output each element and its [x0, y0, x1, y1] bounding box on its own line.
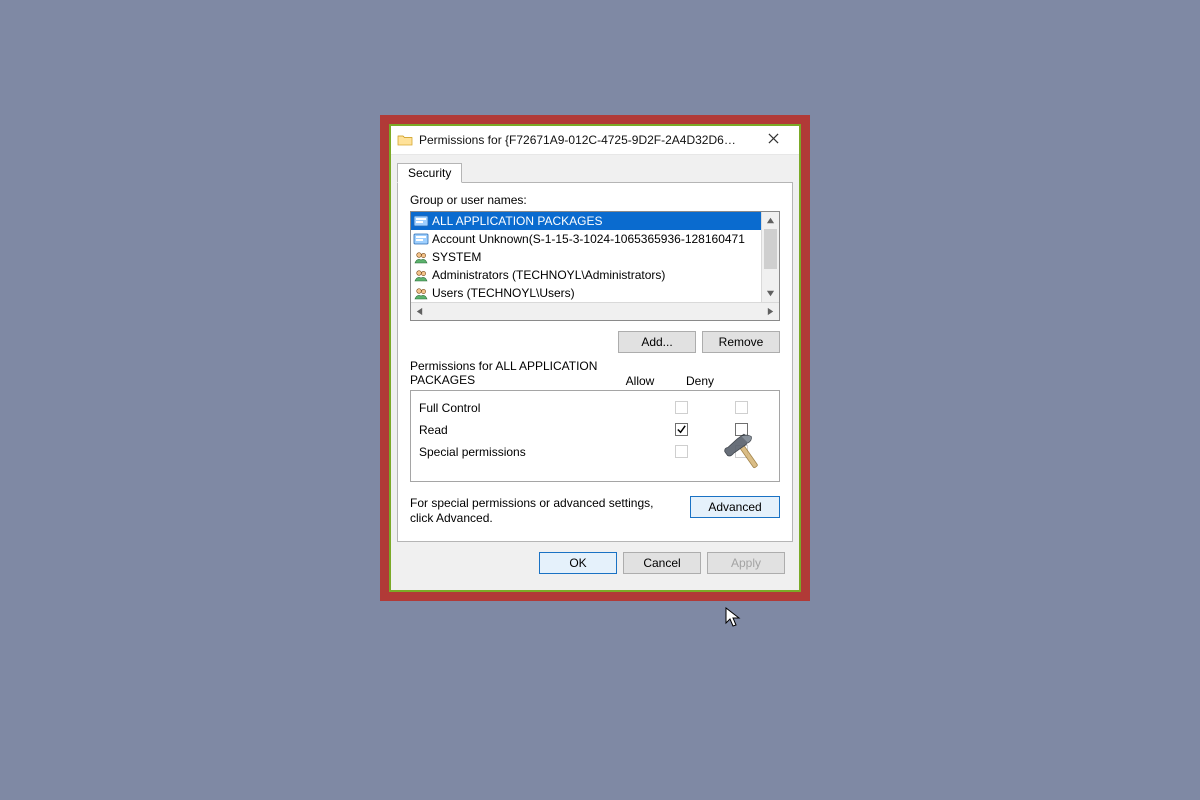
allow-checkbox[interactable] [675, 445, 688, 458]
list-item-label: Users (TECHNOYL\Users) [432, 286, 575, 300]
permission-row: Full Control [419, 397, 771, 419]
list-item[interactable]: ALL APPLICATION PACKAGES [411, 212, 761, 230]
sid-icon [413, 231, 429, 247]
advanced-row: For special permissions or advanced sett… [410, 496, 780, 527]
tab-security[interactable]: Security [397, 163, 462, 183]
close-button[interactable] [753, 126, 793, 154]
list-item[interactable]: Users (TECHNOYL\Users) [411, 284, 761, 302]
scrollbar-thumb[interactable] [764, 229, 777, 269]
permissions-table: Full Control Read Special permissions [410, 390, 780, 482]
group-user-label: Group or user names: [410, 193, 780, 207]
user-listbox[interactable]: ALL APPLICATION PACKAGES Account Unknown(… [410, 211, 780, 321]
group-icon [413, 267, 429, 283]
security-panel: Group or user names: ALL APPLICATION PAC… [397, 182, 793, 542]
allow-checkbox[interactable] [675, 401, 688, 414]
apply-button[interactable]: Apply [707, 552, 785, 574]
vertical-scrollbar[interactable] [761, 212, 779, 302]
list-item[interactable]: Administrators (TECHNOYL\Administrators) [411, 266, 761, 284]
cursor-pointer-icon [725, 607, 743, 629]
deny-column-header: Deny [670, 374, 730, 388]
scroll-right-icon[interactable] [762, 303, 779, 320]
advanced-hint-text: For special permissions or advanced sett… [410, 496, 680, 527]
permission-name: Full Control [419, 401, 651, 415]
dialog-content: Security Group or user names: ALL APPLIC… [391, 155, 799, 590]
add-remove-row: Add... Remove [410, 331, 780, 353]
allow-column-header: Allow [610, 374, 670, 388]
allow-checkbox[interactable] [675, 423, 688, 436]
list-item-label: SYSTEM [432, 250, 481, 264]
add-button[interactable]: Add... [618, 331, 696, 353]
window-title: Permissions for {F72671A9-012C-4725-9D2F… [419, 133, 753, 147]
ok-button[interactable]: OK [539, 552, 617, 574]
permission-name: Special permissions [419, 445, 651, 459]
close-icon [768, 133, 779, 147]
permissions-for-label: Permissions for ALL APPLICATION PACKAGES [410, 359, 610, 388]
titlebar[interactable]: Permissions for {F72671A9-012C-4725-9D2F… [391, 126, 799, 155]
permission-row: Read [419, 419, 771, 441]
list-item-label: Administrators (TECHNOYL\Administrators) [432, 268, 665, 282]
permission-name: Read [419, 423, 651, 437]
scroll-down-icon[interactable] [762, 285, 779, 302]
list-item[interactable]: SYSTEM [411, 248, 761, 266]
scroll-left-icon[interactable] [411, 303, 428, 320]
permissions-header: Permissions for ALL APPLICATION PACKAGES… [410, 359, 780, 388]
group-icon [413, 249, 429, 265]
advanced-button[interactable]: Advanced [690, 496, 780, 518]
hammer-icon [723, 431, 771, 475]
tab-bar: Security [397, 161, 793, 183]
dialog-footer: OK Cancel Apply [397, 542, 793, 584]
folder-icon [397, 132, 413, 148]
deny-checkbox[interactable] [735, 401, 748, 414]
scroll-up-icon[interactable] [762, 212, 779, 229]
group-icon [413, 285, 429, 301]
cancel-button[interactable]: Cancel [623, 552, 701, 574]
remove-button[interactable]: Remove [702, 331, 780, 353]
permission-row: Special permissions [419, 441, 771, 463]
list-item-label: Account Unknown(S-1-15-3-1024-1065365936… [432, 232, 745, 246]
dialog-window: Permissions for {F72671A9-012C-4725-9D2F… [389, 124, 801, 592]
list-item[interactable]: Account Unknown(S-1-15-3-1024-1065365936… [411, 230, 761, 248]
horizontal-scrollbar[interactable] [411, 302, 779, 320]
list-item-label: ALL APPLICATION PACKAGES [432, 214, 603, 228]
sid-icon [413, 213, 429, 229]
highlight-frame: Permissions for {F72671A9-012C-4725-9D2F… [380, 115, 810, 601]
